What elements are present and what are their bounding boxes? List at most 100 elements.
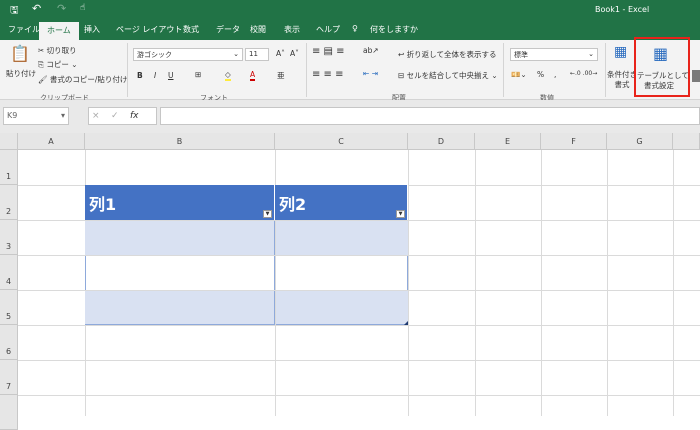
tab-view[interactable]: 表示 <box>284 24 300 35</box>
gridline <box>18 360 700 361</box>
table-cell[interactable] <box>276 221 408 255</box>
column-header-a[interactable]: A <box>18 133 85 150</box>
column-header-d[interactable]: D <box>408 133 475 150</box>
tab-page-layout[interactable]: ページ レイアウト <box>116 24 182 35</box>
table-style-icon: ▦ <box>653 44 669 63</box>
font-name-value: 游ゴシック <box>137 51 172 59</box>
gridline <box>475 150 476 416</box>
table-cell[interactable] <box>85 256 275 290</box>
table-header-col1[interactable]: 列1 ▼ <box>85 185 275 220</box>
bold-button[interactable]: B <box>137 71 143 80</box>
divider <box>127 43 128 97</box>
lightbulb-icon: ♀ <box>352 24 358 33</box>
tab-data[interactable]: データ <box>216 24 240 35</box>
cancel-icon[interactable]: × <box>92 111 100 121</box>
cut-button[interactable]: ✂ 切り取り <box>38 45 77 56</box>
column-header-h[interactable] <box>673 133 700 150</box>
row-header-7[interactable]: 7 <box>0 360 18 395</box>
underline-button[interactable]: U <box>168 71 174 80</box>
tab-home[interactable]: ホーム <box>39 22 79 40</box>
column-header-b[interactable]: B <box>85 133 275 150</box>
ribbon: 📋 貼り付け ✂ 切り取り ⎘ コピー ⌄ 🖌 書式のコピー/貼り付け クリップ… <box>0 37 700 102</box>
wrap-text-label: 折り返して全体を表示する <box>406 50 497 59</box>
save-icon[interactable]: 🖫 <box>10 3 19 20</box>
tab-insert[interactable]: 挿入 <box>84 24 100 35</box>
undo-icon[interactable]: ↶ <box>32 2 41 15</box>
font-size-value: 11 <box>249 50 258 58</box>
name-box[interactable]: K9 ▾ <box>3 107 69 125</box>
column-header-f[interactable]: F <box>541 133 607 150</box>
merge-center-button[interactable]: ⊟ セルを結合して中央揃え ⌄ <box>398 70 498 81</box>
gridline <box>607 150 608 416</box>
merge-center-label: セルを結合して中央揃え <box>406 71 489 80</box>
redo-icon[interactable]: ↷ <box>57 2 66 15</box>
table-header-col2[interactable]: 列2 ▼ <box>275 185 408 220</box>
ribbon-tabs: ファイル ホーム 挿入 ページ レイアウト 数式 データ 校閲 表示 ヘルプ ♀… <box>0 20 700 40</box>
conditional-format-button[interactable]: 条件付き 書式 <box>607 70 637 90</box>
tab-formulas[interactable]: 数式 <box>183 24 199 35</box>
filter-dropdown-icon[interactable]: ▼ <box>396 210 405 218</box>
column-header-g[interactable]: G <box>607 133 673 150</box>
align-left-icon[interactable]: ≡ ≡ ≡ <box>312 69 344 80</box>
row-header-6[interactable]: 6 <box>0 325 18 360</box>
column-header-e[interactable]: E <box>475 133 541 150</box>
gridline <box>408 150 409 416</box>
insert-function-icon[interactable]: fx <box>130 111 139 121</box>
tell-me-search[interactable]: 何をしますか <box>370 24 418 35</box>
format-as-table-button[interactable]: ▦ テーブルとして 書式設定 <box>634 37 690 97</box>
format-as-table-label-2: 書式設定 <box>644 81 674 90</box>
number-format-select[interactable]: 標準 ⌄ <box>510 48 598 61</box>
border-icon[interactable]: ⊞ <box>195 70 201 79</box>
copy-button[interactable]: ⎘ コピー ⌄ <box>38 59 78 70</box>
table-cell[interactable] <box>85 221 275 255</box>
tab-review[interactable]: 校閲 <box>250 24 266 35</box>
select-all-button[interactable] <box>0 133 18 150</box>
shrink-font-icon[interactable]: A˅ <box>290 49 299 58</box>
conditional-format-icon: ▦ <box>614 44 628 60</box>
table-header-col2-label: 列2 <box>279 195 307 214</box>
format-painter-button[interactable]: 🖌 書式のコピー/貼り付け <box>38 74 127 85</box>
wrap-text-button[interactable]: ↩ 折り返して全体を表示する <box>398 49 496 60</box>
font-color-icon[interactable]: A <box>250 70 256 81</box>
table-resize-handle[interactable] <box>404 321 408 325</box>
row-header-3[interactable]: 3 <box>0 220 18 255</box>
tab-file[interactable]: ファイル <box>8 24 40 35</box>
indent-icon[interactable]: ⇤ ⇥ <box>363 69 378 78</box>
orientation-icon[interactable]: ab↗ <box>363 46 379 55</box>
worksheet-grid[interactable]: A B C D E F G 1 2 3 4 5 6 7 列1 ▼ 列2 ▼ <box>0 133 700 430</box>
copy-label: コピー <box>46 60 69 69</box>
column-header-c[interactable]: C <box>275 133 408 150</box>
row-header-4[interactable]: 4 <box>0 255 18 290</box>
cell-styles-icon[interactable] <box>692 70 700 82</box>
comma-button[interactable]: , <box>554 70 556 79</box>
currency-icon[interactable]: 💴⌄ <box>511 70 527 79</box>
italic-button[interactable]: I <box>154 71 156 80</box>
row-header-2[interactable]: 2 <box>0 185 18 220</box>
formula-input[interactable] <box>160 107 700 125</box>
table-cell[interactable] <box>276 291 408 325</box>
decimal-icon[interactable]: ←.0 .00→ <box>570 70 597 77</box>
percent-button[interactable]: % <box>537 70 544 79</box>
divider <box>306 43 307 97</box>
row-header-8[interactable] <box>0 395 18 430</box>
fill-color-icon[interactable]: ◇ <box>225 70 231 81</box>
formula-buttons: × ✓ fx <box>88 107 157 125</box>
paste-button[interactable]: 貼り付け <box>6 68 36 79</box>
number-format-value: 標準 <box>514 51 528 59</box>
align-top-icon[interactable]: ≡ ▤ ≡ <box>312 46 345 57</box>
row-header-5[interactable]: 5 <box>0 290 18 325</box>
enter-icon[interactable]: ✓ <box>111 111 119 121</box>
divider <box>503 43 504 97</box>
font-name-select[interactable]: 游ゴシック ⌄ <box>133 48 243 61</box>
grow-font-icon[interactable]: A˄ <box>276 49 285 58</box>
table-cell[interactable] <box>276 256 408 290</box>
touch-mode-icon[interactable]: ☝ <box>80 3 85 13</box>
table-cell[interactable] <box>85 291 275 325</box>
font-size-select[interactable]: 11 <box>245 48 269 61</box>
phonetic-icon[interactable]: 亜 <box>277 70 285 81</box>
title-bar: 🖫 ↶ ↷ ☝ Book1 - Excel <box>0 0 700 20</box>
filter-dropdown-icon[interactable]: ▼ <box>263 210 272 218</box>
gridline <box>541 150 542 416</box>
row-header-1[interactable]: 1 <box>0 150 18 185</box>
tab-help[interactable]: ヘルプ <box>316 24 340 35</box>
